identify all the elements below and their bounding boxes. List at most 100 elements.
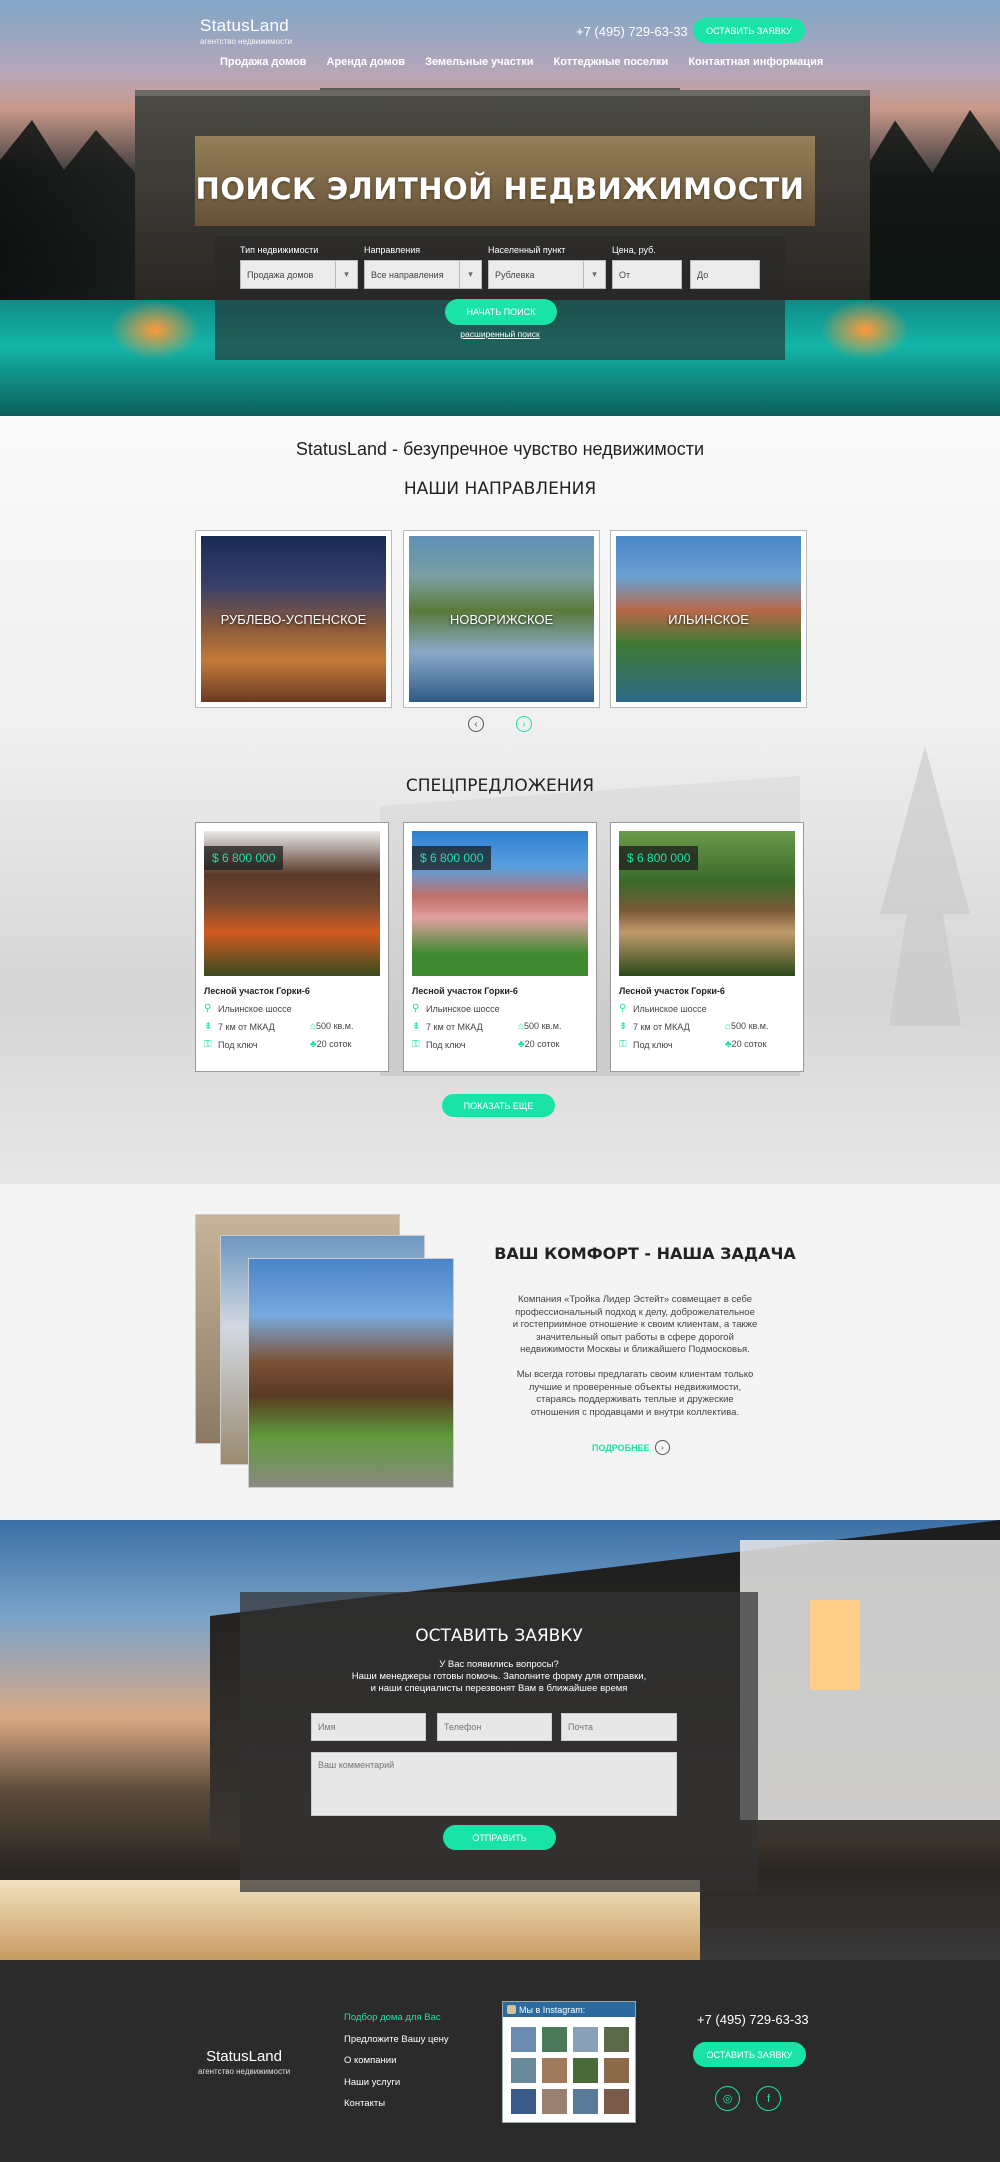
request-text-3: и наши специалисты перезвонят Вам в ближ… (370, 1683, 628, 1694)
main-nav: Продажа домов Аренда домов Земельные уча… (220, 56, 823, 68)
header-phone[interactable]: +7 (495) 729-63-33 (576, 24, 688, 39)
phone-input[interactable] (437, 1713, 552, 1741)
special-distance: 7 км от МКАД (218, 1021, 275, 1032)
special-plots: 20 соток (316, 1039, 352, 1049)
instagram-icon[interactable]: ◎ (715, 2086, 740, 2111)
instagram-thumb[interactable] (573, 2089, 598, 2114)
direction-card-rublevo[interactable]: РУБЛЕВО-УСПЕНСКОЕ (195, 530, 392, 708)
special-card[interactable]: $ 6 800 000 Лесной участок Горки-6 ⚲ Ильи… (195, 822, 389, 1072)
direction-label: Направления (364, 245, 421, 255)
special-key: Под ключ (218, 1039, 258, 1050)
special-plots: 20 соток (524, 1039, 560, 1049)
footer-logo[interactable]: StatusLand агентство недвижимости (198, 2048, 290, 2076)
footer-logo-title: StatusLand (206, 2048, 282, 2065)
direction-photo: РУБЛЕВО-УСПЕНСКОЕ (201, 536, 386, 702)
instagram-thumb[interactable] (511, 2089, 536, 2114)
direction-photo: ИЛЬИНСКОЕ (616, 536, 801, 702)
instagram-thumb[interactable] (604, 2058, 629, 2083)
key-icon: ⚿ (204, 1039, 212, 1050)
instagram-widget[interactable]: Мы в Instagram: (502, 2001, 636, 2123)
arrow-right-icon[interactable]: › (655, 1440, 670, 1455)
footer-link-contacts[interactable]: Контакты (344, 2098, 385, 2109)
request-title: ОСТАВИТЬ ЗАЯВКУ (415, 1626, 583, 1646)
nav-item-rent[interactable]: Аренда домов (326, 56, 405, 68)
comfort-paragraph-1: Компания «Тройка Лидер Эстейт» совмещает… (495, 1294, 775, 1357)
special-road: Ильинское шоссе (218, 1003, 292, 1014)
nav-item-contacts[interactable]: Контактная информация (688, 56, 823, 68)
footer-link-selection[interactable]: Подбор дома для Вас (344, 2012, 441, 2023)
header-logo[interactable]: StatusLand агентство недвижимости (200, 16, 292, 46)
instagram-thumb[interactable] (511, 2058, 536, 2083)
special-photo: $ 6 800 000 (204, 831, 380, 976)
type-select-value: Продажа домов (247, 269, 314, 280)
price-badge: $ 6 800 000 (619, 846, 699, 870)
instagram-thumb[interactable] (604, 2089, 629, 2114)
instagram-thumb[interactable] (542, 2027, 567, 2052)
direction-photo: НОВОРИЖСКОЕ (409, 536, 594, 702)
direction-card-novorizhskoe[interactable]: НОВОРИЖСКОЕ (403, 530, 600, 708)
start-search-button[interactable]: начать поиск (445, 299, 557, 325)
special-photo: $ 6 800 000 (619, 831, 795, 976)
text-line: недвижимости Москвы и ближайшего Подмоск… (520, 1344, 750, 1355)
comfort-photo-front (248, 1258, 454, 1488)
hero-trees-right (850, 110, 1000, 320)
footer-phone[interactable]: +7 (495) 729-63-33 (697, 2012, 809, 2027)
comfort-paragraph-2: Мы всегда готовы предлагать своим клиент… (495, 1369, 775, 1419)
direction-card-ilinskoe[interactable]: ИЛЬИНСКОЕ (610, 530, 807, 708)
facebook-icon[interactable]: f (756, 2086, 781, 2111)
hero-title: ПОИСК ЭЛИТНОЙ НЕДВИЖИМОСТИ (195, 172, 805, 206)
map-pin-icon: ⚲ (204, 1003, 212, 1014)
header-request-button[interactable]: оставить заявку (693, 18, 805, 43)
special-area: 500 кв.м. (316, 1021, 354, 1031)
carousel-next-icon[interactable]: › (516, 716, 532, 732)
nav-item-land[interactable]: Земельные участки (425, 56, 533, 68)
type-select[interactable]: Продажа домов ▾ (240, 260, 358, 289)
carousel-prev-icon[interactable]: ‹ (468, 716, 484, 732)
special-name: Лесной участок Горки-6 (412, 986, 518, 996)
type-label: Тип недвижимости (240, 245, 319, 255)
footer-link-about[interactable]: О компании (344, 2055, 396, 2066)
instagram-thumb[interactable] (573, 2027, 598, 2052)
comment-textarea[interactable] (311, 1752, 677, 1816)
road-sign-icon: ⇟ (619, 1021, 628, 1032)
direction-label: РУБЛЕВО-УСПЕНСКОЕ (220, 611, 367, 627)
price-to-input[interactable]: До (690, 260, 760, 289)
background-terrace (0, 1880, 700, 1960)
request-text-2: Наши менеджеры готовы помочь. Заполните … (351, 1671, 647, 1682)
special-road: Ильинское шоссе (633, 1003, 707, 1014)
instagram-thumb[interactable] (573, 2058, 598, 2083)
advanced-search-link[interactable]: расширенный поиск (0, 329, 1000, 339)
special-photo: $ 6 800 000 (412, 831, 588, 976)
instagram-thumb[interactable] (542, 2058, 567, 2083)
nav-item-villages[interactable]: Коттеджные поселки (554, 56, 669, 68)
footer-link-price[interactable]: Предложите Вашу цену (344, 2034, 449, 2045)
footer-link-services[interactable]: Наши услуги (344, 2077, 400, 2088)
map-pin-icon: ⚲ (619, 1003, 627, 1014)
name-input[interactable] (311, 1713, 426, 1741)
special-area: 500 кв.м. (731, 1021, 769, 1031)
footer-logo-subtitle: агентство недвижимости (198, 2067, 291, 2076)
special-road: Ильинское шоссе (426, 1003, 500, 1014)
direction-select[interactable]: Все направления ▾ (364, 260, 482, 289)
text-line: лучшие и проверенные объекты недвижимост… (528, 1381, 742, 1393)
instagram-thumb[interactable] (511, 2027, 536, 2052)
instagram-header: Мы в Instagram: (503, 2002, 635, 2017)
special-name: Лесной участок Горки-6 (619, 986, 725, 996)
special-card[interactable]: $ 6 800 000 Лесной участок Горки-6 ⚲ Ильи… (403, 822, 597, 1072)
send-button[interactable]: отправить (443, 1825, 556, 1850)
price-badge: $ 6 800 000 (412, 846, 492, 870)
request-text-1: У Вас появились вопросы? (439, 1659, 559, 1670)
chevron-down-icon: ▾ (583, 261, 605, 288)
instagram-thumb[interactable] (604, 2027, 629, 2052)
nav-item-sale[interactable]: Продажа домов (220, 56, 306, 68)
email-input[interactable] (561, 1713, 677, 1741)
price-from-placeholder: От (619, 269, 631, 280)
instagram-thumb[interactable] (542, 2089, 567, 2114)
footer-request-button[interactable]: оставить заявку (693, 2042, 806, 2067)
price-from-input[interactable]: От (612, 260, 682, 289)
text-line: и гостеприимное отношение к своим клиент… (512, 1319, 758, 1330)
show-more-button[interactable]: показать еще (442, 1094, 555, 1117)
city-select[interactable]: Рублевка ▾ (488, 260, 606, 289)
special-card[interactable]: $ 6 800 000 Лесной участок Горки-6 ⚲ Ильи… (610, 822, 804, 1072)
more-details-link[interactable]: ПОДРОБНЕЕ (592, 1443, 650, 1453)
